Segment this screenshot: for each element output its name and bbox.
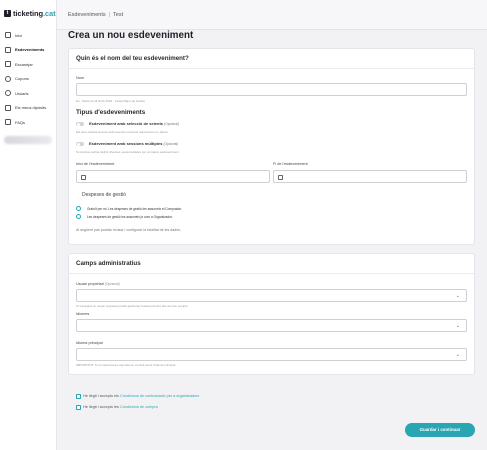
sidebar-item-label: Escanejar (15, 61, 33, 67)
organizer-terms-label: He llegit i accepto els Condicions de co… (83, 394, 199, 398)
fees-organizer-radio[interactable] (76, 214, 81, 219)
purchase-terms-link[interactable]: Condicions de compra (120, 405, 158, 409)
start-date-input[interactable] (76, 170, 270, 183)
calendar-icon (81, 174, 86, 180)
sidebar-item-label: Cupons (15, 76, 29, 82)
sidebar-item-label: Inici (15, 32, 23, 38)
logo-text: ticketing.cat (13, 9, 56, 18)
multi-session-label: Esdeveniment amb sessions múltiples (Opc… (89, 141, 178, 146)
owner-label: Usuari propietari (Opcional) (76, 282, 120, 286)
card-divider (69, 273, 474, 274)
main-language-select[interactable]: ⌄ (76, 348, 467, 361)
seated-hint: Els teus esdeveniments amb seients numer… (76, 130, 168, 134)
admin-title: Camps administratius (76, 260, 141, 267)
event-name-title: Quin és el nom del teu esdeveniment? (76, 55, 189, 62)
chevron-down-icon: ⌄ (455, 323, 460, 329)
sidebar-item-escanejar[interactable]: Escanejar (0, 57, 57, 72)
fees-organizer-label: Les despeses de gestió les assumeix jo c… (87, 215, 173, 219)
sidebar-item-label: Usuaris (15, 90, 29, 96)
name-input[interactable] (76, 83, 467, 96)
page-title: Crea un nou esdeveniment (68, 30, 194, 41)
logo[interactable]: t ticketing.cat (4, 9, 56, 18)
logo-suffix: .cat (42, 9, 56, 18)
logo-prefix: ticketing (13, 9, 43, 18)
seated-label-text: Esdeveniment amb selecció de seients (89, 121, 164, 126)
main-language-label: Idioma principal (76, 341, 103, 345)
owner-select[interactable]: ⌄ (76, 289, 467, 302)
purchase-terms-checkbox[interactable] (76, 405, 81, 410)
fees-note: Al següent pas podràs revisar i configur… (76, 228, 182, 232)
card-divider (69, 68, 474, 69)
purchase-terms-label: He llegit i accepto les Condicions de co… (83, 405, 158, 409)
organizer-terms-prefix: He llegit i accepto els (83, 394, 119, 398)
multi-session-hint: Si s'activa podràs definir diverses sess… (76, 150, 179, 154)
sidebar-item-faqs[interactable]: FAQs (0, 115, 57, 130)
owner-label-text: Usuari propietari (76, 282, 104, 286)
scan-icon (5, 61, 11, 68)
sidebar-item-label: Els meus dipòsits (15, 105, 47, 111)
multi-session-toggle[interactable] (76, 142, 84, 146)
chevron-down-icon: ⌄ (455, 293, 460, 299)
fees-buyer-label: Gratuït per mi. Les despeses de gestió l… (87, 207, 182, 211)
event-basics-card: Quin és el nom del teu esdeveniment? Nom… (68, 48, 475, 245)
languages-select[interactable]: ⌄ (76, 319, 467, 332)
calendar-icon (278, 174, 283, 180)
breadcrumb-current: Test (113, 12, 124, 18)
seated-label: Esdeveniment amb selecció de seients (Op… (89, 121, 179, 126)
name-label: Nom (76, 76, 85, 80)
owner-hint: Si s'assigna un usuari propietari podrà … (76, 304, 188, 308)
end-date-label: Fi de l'esdeveniment (273, 162, 308, 166)
top-bar: Esdeveniments | Test (57, 0, 487, 30)
event-types-title: Tipus d'esdeveniments (76, 109, 146, 116)
help-icon (5, 119, 11, 126)
main-language-hint: IMPORTANT: Si no selecciones cap idioma,… (76, 363, 176, 367)
breadcrumb-esdeveniments[interactable]: Esdeveniments (68, 12, 106, 18)
organizer-terms-checkbox[interactable] (76, 394, 81, 399)
seated-toggle[interactable] (76, 122, 84, 126)
admin-fields-card: Camps administratius Usuari propietari (… (68, 253, 475, 375)
calendar-icon (5, 46, 11, 53)
coupon-icon (5, 75, 11, 82)
seated-optional: (Opcional) (164, 122, 179, 126)
sidebar-item-diposits[interactable]: Els meus dipòsits (0, 101, 57, 116)
sidebar-item-inici[interactable]: Inici (0, 28, 57, 43)
multi-session-optional: (Opcional) (163, 142, 179, 146)
wallet-icon (5, 104, 11, 111)
sidebar-item-esdeveniments[interactable]: Esdeveniments (0, 43, 57, 58)
sidebar-nav: Inici Esdeveniments Escanejar Cupons Usu… (0, 28, 57, 130)
organizer-terms-link[interactable]: Condicions de contractació per a organit… (120, 394, 199, 398)
logo-mark-icon: t (4, 10, 11, 17)
name-hint: Ex.: Santa Jordi Rock 2024 · Festa Major… (76, 99, 145, 103)
chevron-down-icon: ⌄ (455, 352, 460, 358)
save-continue-button[interactable]: Guardar i continuar (405, 423, 475, 437)
fees-buyer-radio[interactable] (76, 206, 81, 211)
breadcrumb: Esdeveniments | Test (68, 12, 123, 18)
home-icon (5, 32, 11, 39)
fees-title: Despeses de gestió (82, 192, 126, 198)
start-date-label: Inici de l'esdeveniment (76, 162, 115, 166)
sidebar: t ticketing.cat Inici Esdeveniments Esca… (0, 0, 57, 450)
sidebar-item-cupons[interactable]: Cupons (0, 72, 57, 87)
sidebar-item-label: Esdeveniments (15, 47, 45, 53)
owner-optional: (Opcional) (104, 282, 120, 286)
user-account-blurred[interactable] (4, 136, 52, 144)
multi-session-label-text: Esdeveniment amb sessions múltiples (89, 141, 163, 146)
end-date-input[interactable] (273, 170, 467, 183)
sidebar-item-usuaris[interactable]: Usuaris (0, 86, 57, 101)
sidebar-item-label: FAQs (15, 119, 26, 125)
languages-label: Idiomes (76, 312, 90, 316)
purchase-terms-prefix: He llegit i accepto les (83, 405, 119, 409)
users-icon (5, 90, 11, 97)
breadcrumb-separator: | (108, 12, 111, 18)
